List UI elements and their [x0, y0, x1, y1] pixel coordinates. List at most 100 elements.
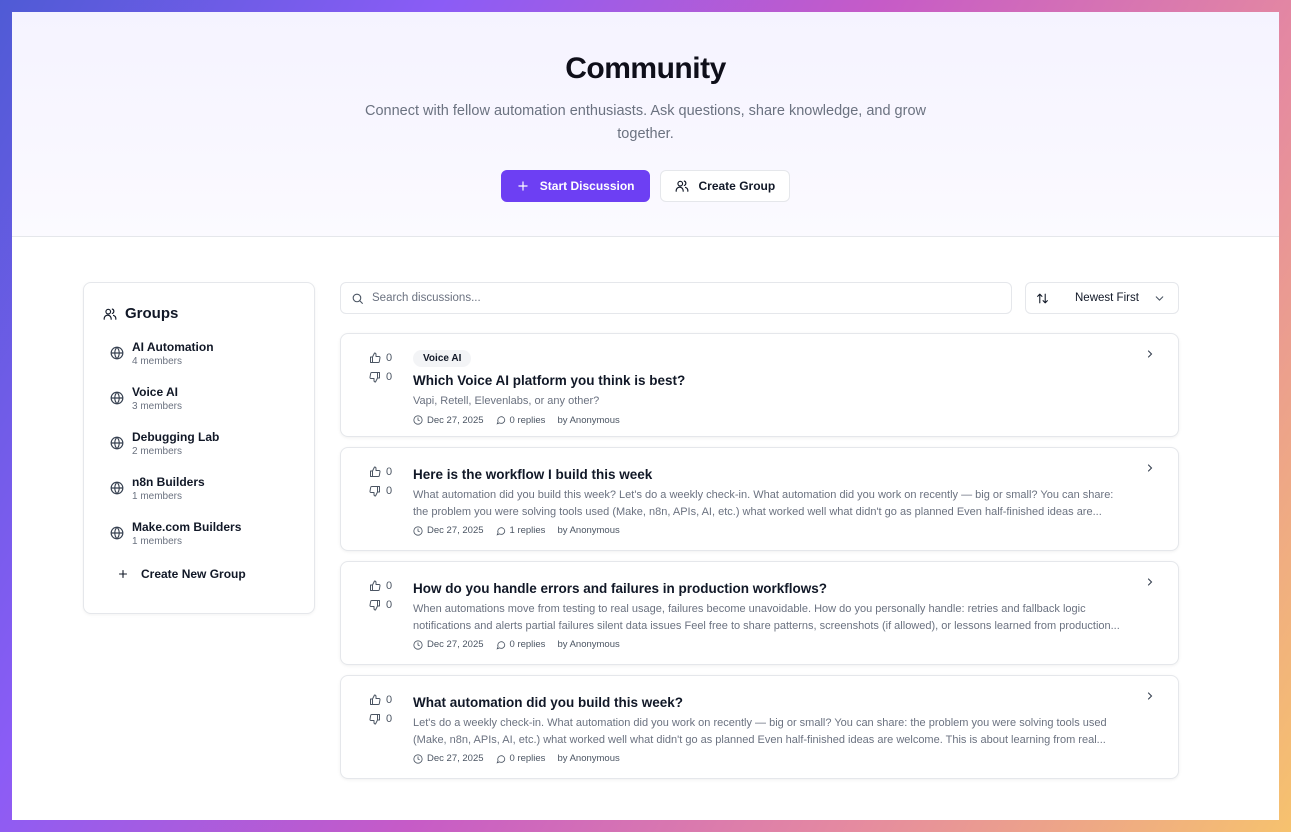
group-item-n8n-builders[interactable]: n8n Builders 1 members: [103, 475, 314, 520]
upvote-button[interactable]: 0: [369, 576, 392, 595]
hero-actions: Start Discussion Create Group: [12, 170, 1279, 202]
discussion-excerpt: What automation did you build this week?…: [413, 489, 1114, 518]
group-members: 1 members: [132, 536, 183, 547]
group-name: Debugging Lab: [132, 430, 220, 444]
hero-section: Community Connect with fellow automation…: [12, 12, 1279, 237]
post-date: Dec 27, 2025: [427, 639, 484, 650]
app-window: Community Connect with fellow automation…: [12, 12, 1279, 820]
comment-icon: [496, 640, 505, 649]
discussion-body: Voice AI Which Voice AI platform you thi…: [413, 348, 1128, 426]
discussion-meta: Dec 27, 2025 0 replies by Anonymous: [413, 753, 1128, 764]
search-input[interactable]: [372, 292, 972, 304]
group-name: AI Automation: [132, 340, 214, 354]
discussion-title: Here is the workflow I build this week: [413, 467, 653, 482]
downvote-count: 0: [386, 712, 393, 725]
group-item-voice-ai[interactable]: Voice AI 3 members: [103, 385, 314, 430]
downvote-button[interactable]: 0: [369, 481, 392, 500]
thumbs-up-icon: [370, 694, 381, 705]
downvote-button[interactable]: 0: [369, 709, 392, 728]
post-date: Dec 27, 2025: [427, 753, 484, 764]
clock-icon: [413, 639, 423, 650]
upvote-count: 0: [386, 693, 393, 706]
discussion-title: Which Voice AI platform you think is bes…: [413, 373, 686, 388]
downvote-count: 0: [386, 370, 393, 383]
sort-dropdown[interactable]: Newest First: [1025, 282, 1179, 314]
discussion-card[interactable]: 0 0 What automation did you build this w…: [340, 675, 1179, 779]
post-author: by Anonymous: [557, 639, 620, 650]
discussion-excerpt: When automations move from testing to re…: [413, 603, 1120, 632]
globe-icon: [110, 346, 124, 360]
reply-count: 0 replies: [509, 414, 546, 426]
group-name: n8n Builders: [132, 475, 205, 489]
reply-count: 1 replies: [509, 525, 546, 536]
discussion-title: What automation did you build this week?: [413, 695, 683, 710]
group-item-make-builders[interactable]: Make.com Builders 1 members: [103, 520, 314, 565]
group-members: 3 members: [132, 401, 183, 412]
page-title: Community: [565, 52, 726, 85]
discussion-meta: Dec 27, 2025 0 replies by Anonymous: [413, 639, 1128, 650]
post-author: by Anonymous: [557, 414, 620, 426]
chevron-right-icon: [1147, 692, 1153, 700]
discussion-card[interactable]: 0 0 How do you handle errors and failure…: [340, 561, 1179, 665]
create-group-button[interactable]: Create Group: [659, 170, 791, 202]
thumbs-down-icon: [369, 713, 380, 724]
vote-controls: 0 0: [369, 348, 392, 386]
downvote-count: 0: [386, 598, 393, 611]
upvote-count: 0: [386, 351, 393, 364]
discussion-meta: Dec 27, 2025 1 replies by Anonymous: [413, 525, 1128, 536]
group-item-ai-automation[interactable]: AI Automation 4 members: [103, 340, 314, 385]
comment-icon: [496, 526, 505, 535]
vote-controls: 0 0: [369, 690, 392, 728]
create-group-label: Create Group: [698, 179, 776, 193]
upvote-button[interactable]: 0: [369, 690, 392, 709]
upvote-count: 0: [386, 579, 393, 592]
discussion-card[interactable]: 0 0 Voice AI Which Voice AI platform you…: [340, 333, 1179, 437]
thumbs-up-icon: [370, 580, 381, 591]
create-new-group-button[interactable]: Create New Group: [103, 567, 314, 581]
group-tag: Voice AI: [413, 350, 472, 367]
comment-icon: [496, 754, 505, 763]
group-members: 1 members: [132, 491, 183, 502]
post-author: by Anonymous: [557, 753, 620, 764]
thumbs-down-icon: [369, 371, 380, 382]
discussion-excerpt: Let's do a weekly check-in. What automat…: [413, 717, 1107, 746]
discussion-card[interactable]: 0 0 Here is the workflow I build this we…: [340, 447, 1179, 551]
post-date: Dec 27, 2025: [427, 414, 484, 426]
downvote-button[interactable]: 0: [369, 595, 392, 614]
search-icon: [352, 293, 363, 304]
chevron-down-icon: [1155, 295, 1164, 301]
group-item-debugging-lab[interactable]: Debugging Lab 2 members: [103, 430, 314, 475]
clock-icon: [413, 415, 423, 425]
groups-title: Groups: [125, 305, 179, 322]
globe-icon: [110, 526, 124, 540]
group-name: Voice AI: [132, 385, 179, 399]
discussion-excerpt: Vapi, Retell, Elevenlabs, or any other?: [413, 395, 600, 407]
discussion-body: Here is the workflow I build this week W…: [413, 466, 1128, 536]
plus-icon: [118, 569, 128, 579]
thumbs-down-icon: [369, 599, 380, 610]
globe-icon: [110, 481, 124, 495]
vote-controls: 0 0: [369, 462, 392, 500]
group-name: Make.com Builders: [132, 520, 242, 534]
group-list: AI Automation 4 members Voice AI 3 members…: [103, 340, 314, 565]
reply-count: 0 replies: [509, 639, 546, 650]
start-discussion-button[interactable]: Start Discussion: [500, 170, 650, 202]
groups-sidebar: Groups AI Automation 4 members Voice AI 3 …: [83, 282, 315, 614]
upvote-button[interactable]: 0: [369, 462, 392, 481]
thumbs-down-icon: [369, 485, 380, 496]
clock-icon: [413, 525, 423, 536]
chevron-right-icon: [1147, 578, 1153, 586]
users-icon: [675, 180, 688, 192]
group-members: 4 members: [132, 356, 183, 367]
group-members: 2 members: [132, 446, 183, 457]
post-author: by Anonymous: [557, 525, 620, 536]
upvote-count: 0: [386, 465, 393, 478]
discussion-body: What automation did you build this week?…: [413, 694, 1128, 764]
create-new-group-label: Create New Group: [141, 567, 246, 581]
discussion-title: How do you handle errors and failures in…: [413, 581, 828, 596]
downvote-button[interactable]: 0: [369, 367, 392, 386]
downvote-count: 0: [386, 484, 393, 497]
upvote-button[interactable]: 0: [369, 348, 392, 367]
page-subtitle: Connect with fellow automation enthusias…: [365, 103, 926, 142]
clock-icon: [413, 753, 423, 764]
